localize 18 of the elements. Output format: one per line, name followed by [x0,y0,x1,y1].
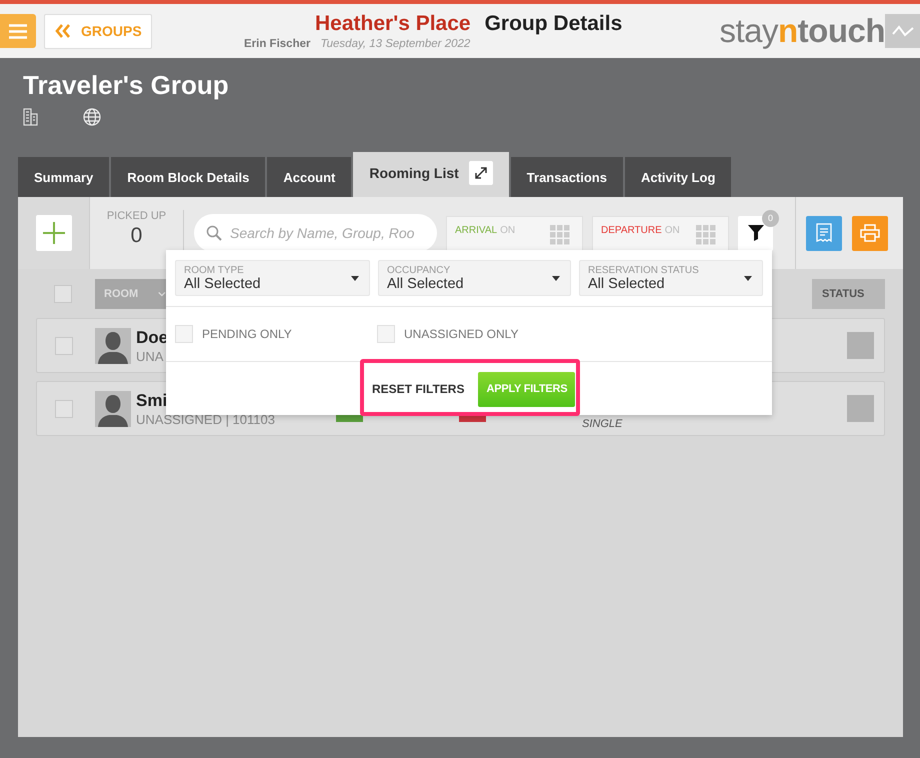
guest-name: Smi [136,390,168,410]
arrival-state: ON [500,225,516,238]
arrival-label: ARRIVAL [455,225,498,238]
room-status: UNA [136,348,164,364]
property-name: Heather's Place [315,12,471,36]
picked-up-count: 0 [130,224,142,248]
room-type: SINGLE [582,418,622,430]
picked-up-label: PICKED UP [106,210,166,222]
guest-name: Doe [136,328,168,348]
room-status: UNASSIGNED | 101103 [136,412,275,426]
page-title: Group Details [484,12,622,36]
departure-label: DEPARTURE [601,225,662,238]
filter-count-badge: 0 [762,210,779,226]
logo: stayntouch [719,12,885,50]
user-name: Erin Fischer [244,38,310,50]
business-date: Tuesday, 13 September 2022 [320,38,470,50]
group-title: Traveler's Group [23,70,230,100]
departure-state: ON [664,225,680,238]
